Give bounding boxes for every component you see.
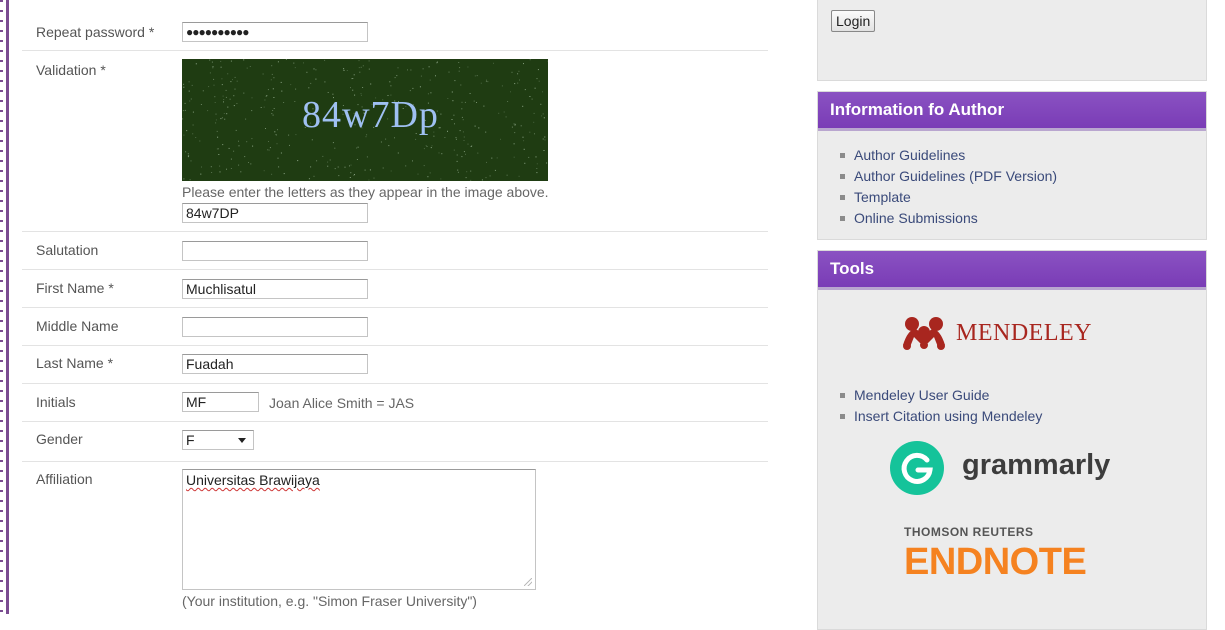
author-guidelines-pdf-link[interactable]: Author Guidelines (PDF Version): [840, 166, 1057, 187]
first-name-row: First Name * Muchlisatul: [22, 270, 768, 308]
mendeley-wordmark: MENDELEY: [956, 320, 1092, 346]
initials-hint: Joan Alice Smith = JAS: [269, 395, 415, 411]
gender-label: Gender: [36, 431, 83, 447]
tools-list: Mendeley User Guide Insert Citation usin…: [840, 385, 1042, 427]
grammarly-logo[interactable]: grammarly: [890, 441, 1150, 495]
affiliation-hint: (Your institution, e.g. "Simon Fraser Un…: [182, 593, 477, 609]
first-name-label: First Name *: [36, 280, 114, 296]
mendeley-logo[interactable]: MENDELEY: [900, 313, 1150, 353]
first-name-input[interactable]: Muchlisatul: [182, 279, 368, 299]
endnote-company-text: THOMSON REUTERS: [904, 525, 1034, 539]
validation-input[interactable]: 84w7DP: [182, 203, 368, 223]
salutation-input[interactable]: [182, 241, 368, 261]
affiliation-textarea[interactable]: Universitas Brawijaya: [182, 469, 536, 590]
resize-grip-icon[interactable]: [524, 578, 532, 586]
captcha-image: 84w7Dp: [182, 59, 548, 181]
login-button[interactable]: Login: [831, 10, 876, 32]
salutation-label: Salutation: [36, 242, 99, 258]
middle-name-row: Middle Name: [22, 308, 768, 346]
mendeley-icon: [903, 317, 945, 350]
gender-selected-value: F: [186, 432, 195, 448]
template-link[interactable]: Template: [840, 187, 1057, 208]
initials-input[interactable]: MF: [182, 392, 259, 412]
tools-block: Tools MENDELEY Mendeley User Guide Inser…: [817, 250, 1207, 630]
author-info-list: Author Guidelines Author Guidelines (PDF…: [840, 145, 1057, 229]
page-left-border: [0, 0, 10, 614]
author-info-title: Information fo Author: [818, 92, 1206, 131]
insert-citation-link[interactable]: Insert Citation using Mendeley: [840, 406, 1042, 427]
login-block: Login: [817, 0, 1207, 81]
initials-row: Initials MF Joan Alice Smith = JAS: [22, 384, 768, 422]
mendeley-user-guide-link[interactable]: Mendeley User Guide: [840, 385, 1042, 406]
last-name-row: Last Name * Fuadah: [22, 346, 768, 384]
tools-title: Tools: [818, 251, 1206, 290]
affiliation-value: Universitas Brawijaya: [186, 472, 320, 488]
middle-name-input[interactable]: [182, 317, 368, 337]
gender-select[interactable]: F: [182, 430, 254, 450]
salutation-row: Salutation: [22, 232, 768, 270]
captcha-instruction: Please enter the letters as they appear …: [182, 184, 549, 200]
last-name-input[interactable]: Fuadah: [182, 354, 368, 374]
endnote-wordmark: ENDNOTE: [904, 541, 1087, 583]
online-submissions-link[interactable]: Online Submissions: [840, 208, 1057, 229]
middle-name-label: Middle Name: [36, 318, 119, 334]
initials-label: Initials: [36, 394, 76, 410]
author-info-block: Information fo Author Author Guidelines …: [817, 91, 1207, 240]
grammarly-icon: [890, 441, 944, 495]
endnote-logo[interactable]: THOMSON REUTERS ENDNOTE: [904, 523, 1124, 593]
grammarly-wordmark: grammarly: [962, 449, 1111, 481]
repeat-password-label: Repeat password *: [36, 24, 155, 40]
gender-row: Gender F: [22, 422, 768, 462]
last-name-label: Last Name *: [36, 355, 114, 371]
affiliation-label: Affiliation: [36, 471, 93, 487]
chevron-down-icon: [238, 438, 246, 443]
captcha-text: 84w7Dp: [302, 94, 439, 136]
validation-label: Validation *: [36, 62, 106, 78]
repeat-password-row: Repeat password * ●●●●●●●●●●: [22, 12, 768, 51]
author-guidelines-link[interactable]: Author Guidelines: [840, 145, 1057, 166]
repeat-password-input[interactable]: ●●●●●●●●●●: [182, 22, 368, 42]
